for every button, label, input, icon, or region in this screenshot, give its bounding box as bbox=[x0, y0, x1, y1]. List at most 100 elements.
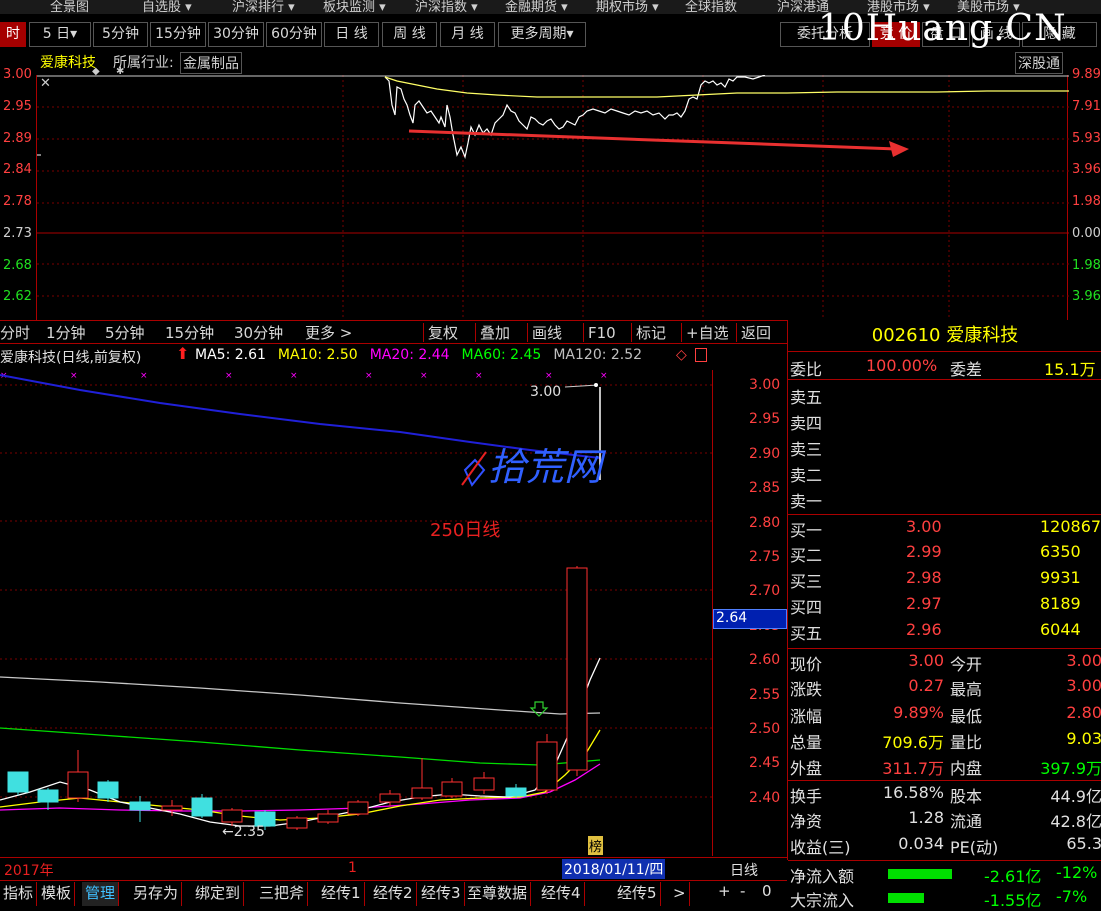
bottom-tab-6[interactable]: 经传1 bbox=[318, 882, 365, 906]
weibi-label: 委比 bbox=[790, 360, 823, 379]
menu-item-1[interactable]: 自选股 ▾ bbox=[142, 0, 192, 14]
sell-label: 卖一 bbox=[790, 492, 823, 511]
bottom-ctrl-2[interactable]: 0 bbox=[762, 882, 772, 900]
bottom-tab-10[interactable]: 经传4 bbox=[538, 882, 585, 906]
buy-row[interactable]: 买二 2.99 6350 bbox=[788, 540, 1101, 566]
kline-tool-6[interactable]: 复权 bbox=[428, 322, 458, 344]
intraday-chart[interactable] bbox=[36, 74, 1069, 320]
sell-row[interactable]: 卖四 bbox=[788, 408, 1101, 434]
stat-value: 16.58% bbox=[882, 782, 944, 802]
ma-marker: × bbox=[600, 371, 608, 381]
kline-tool-4[interactable]: 30分钟 bbox=[234, 322, 283, 344]
ma-label-2: MA20: 2.44 bbox=[369, 347, 450, 363]
menu-item-3[interactable]: 板块监测 ▾ bbox=[323, 0, 386, 14]
bottom-tabs: 指标 模板 管理 另存为 绑定到 三把斧 经传1 经传2 经传3 至尊数据 经传4 经传5 > + -0 bbox=[0, 880, 787, 909]
kline-tool-9[interactable]: F10 bbox=[588, 322, 616, 344]
kline-toolbar: 分时 1分钟 5分钟 15分钟 30分钟 更多 > 复权 叠加 画线 F10 标记 +自选 返回 bbox=[0, 320, 787, 344]
kline-axis-tick: 2.90 bbox=[749, 445, 781, 462]
stat-label: 外盘 bbox=[790, 759, 823, 779]
candle bbox=[7, 771, 29, 793]
kline-tool-3[interactable]: 15分钟 bbox=[165, 322, 214, 344]
menu-item-4[interactable]: 沪深指数 ▾ bbox=[415, 0, 478, 14]
kline-tool-1[interactable]: 1分钟 bbox=[46, 322, 86, 344]
date-axis: 2017年 1 2018/01/11/四 日线 bbox=[0, 857, 787, 879]
sell-row[interactable]: 卖二 bbox=[788, 460, 1101, 486]
buy-row[interactable]: 买三 2.98 9931 bbox=[788, 566, 1101, 592]
tab-period-2[interactable]: 5分钟 bbox=[93, 22, 148, 47]
bottom-ctrl-0[interactable]: + bbox=[718, 882, 731, 900]
kline-tool-8[interactable]: 画线 bbox=[532, 322, 562, 344]
intraday-svg bbox=[37, 74, 1069, 320]
bottom-tab-12[interactable]: > bbox=[670, 882, 690, 906]
kline-chart[interactable]: × × × × × × × × × × 3.00 ←2.35 250日线 拾荒网 榜 bbox=[0, 370, 712, 856]
kline-tool-10[interactable]: 标记 bbox=[636, 322, 666, 344]
sell-row[interactable]: 卖五 bbox=[788, 382, 1101, 408]
diamond-outline-icon[interactable]: ◇ bbox=[676, 347, 687, 363]
flow-label: 净流入额 bbox=[790, 867, 855, 886]
tool-separator bbox=[736, 323, 737, 342]
ma-marker: × bbox=[70, 371, 78, 381]
bottom-ctrl-1[interactable]: - bbox=[740, 882, 745, 900]
menu-item-6[interactable]: 期权市场 ▾ bbox=[596, 0, 659, 14]
panel-toggle-icon[interactable] bbox=[695, 348, 707, 362]
buy-row[interactable]: 买四 2.97 8189 bbox=[788, 592, 1101, 618]
tab-period-3[interactable]: 15分钟 bbox=[150, 22, 206, 47]
ma5-line bbox=[0, 657, 601, 827]
tab-period-5[interactable]: 60分钟 bbox=[266, 22, 322, 47]
kline-tool-7[interactable]: 叠加 bbox=[480, 322, 510, 344]
kline-tool-2[interactable]: 5分钟 bbox=[105, 322, 145, 344]
stat-row: 净资 1.28 流通 42.8亿 bbox=[788, 806, 1101, 832]
buy-row[interactable]: 买一 3.00 120867 bbox=[788, 514, 1101, 540]
candle bbox=[347, 801, 369, 815]
ma-labels: MA5: 2.61 MA10: 2.50 MA20: 2.44 MA60: 2.45 M… bbox=[195, 347, 654, 363]
tab-period-8[interactable]: 月 线 bbox=[440, 22, 495, 47]
tool-separator bbox=[681, 323, 682, 342]
menu-item-5[interactable]: 金融期货 ▾ bbox=[505, 0, 568, 14]
stat-value: 397.9万 bbox=[1040, 759, 1101, 779]
bottom-tab-2[interactable]: 管理 bbox=[82, 882, 120, 906]
menu-item-0[interactable]: 全景图 bbox=[50, 0, 89, 14]
kline-tool-5[interactable]: 更多 > bbox=[305, 322, 352, 344]
bottom-tab-4[interactable]: 绑定到 bbox=[192, 882, 245, 906]
ma60-line bbox=[0, 727, 601, 766]
ma-markers: × × × × × × × × × × bbox=[0, 371, 608, 381]
buy-row[interactable]: 买五 2.96 6044 bbox=[788, 618, 1101, 644]
kline-axis-tick: 2.80 bbox=[749, 514, 781, 531]
industry-value[interactable]: 金属制品 bbox=[180, 52, 242, 74]
sell-row[interactable]: 卖一 bbox=[788, 486, 1101, 512]
bottom-tab-9[interactable]: 至尊数据 bbox=[464, 882, 532, 906]
intraday-right-tick: 5.93% bbox=[1072, 131, 1101, 146]
bottom-tab-11[interactable]: 经传5 bbox=[614, 882, 661, 906]
menu-item-2[interactable]: 沪深排行 ▾ bbox=[232, 0, 295, 14]
kline-tool-0[interactable]: 分时 bbox=[0, 322, 30, 344]
flow-pct: -12% bbox=[1056, 863, 1098, 882]
corner-x-icon[interactable]: ✕ bbox=[40, 76, 51, 91]
kline-axis-tick: 2.95 bbox=[749, 411, 781, 428]
bottom-tab-1[interactable]: 模板 bbox=[38, 882, 76, 906]
bottom-tab-0[interactable]: 指标 bbox=[0, 882, 38, 906]
intraday-avg-line bbox=[384, 76, 1069, 98]
kline-tool-11[interactable]: +自选 bbox=[686, 322, 729, 344]
tab-period-4[interactable]: 30分钟 bbox=[208, 22, 264, 47]
tab-period-6[interactable]: 日 线 bbox=[324, 22, 379, 47]
tab-period-0[interactable]: 时 bbox=[0, 22, 26, 47]
bottom-tab-7[interactable]: 经传2 bbox=[370, 882, 417, 906]
kline-tool-12[interactable]: 返回 bbox=[741, 322, 771, 344]
tab-period-7[interactable]: 周 线 bbox=[382, 22, 437, 47]
bottom-tab-3[interactable]: 另存为 bbox=[130, 882, 183, 906]
period-label[interactable]: 日线 bbox=[730, 860, 758, 880]
bottom-tab-8[interactable]: 经传3 bbox=[418, 882, 465, 906]
kline-title: 爱康科技(日线,前复权) bbox=[0, 350, 142, 366]
menu-item-7[interactable]: 全球指数 bbox=[685, 0, 737, 14]
tool-separator bbox=[475, 323, 476, 342]
sell-row[interactable]: 卖三 bbox=[788, 434, 1101, 460]
logo-icon bbox=[463, 458, 486, 487]
intraday-left-tick: 2.73 bbox=[3, 226, 32, 241]
intraday-right-tick: 0.00% bbox=[1072, 226, 1101, 241]
ma-label-1: MA10: 2.50 bbox=[277, 347, 358, 363]
tab-period-9[interactable]: 更多周期▾ bbox=[498, 22, 586, 47]
bottom-tab-5[interactable]: 三把斧 bbox=[256, 882, 309, 906]
stat-value: 44.9亿 bbox=[1050, 786, 1101, 806]
tab-period-1[interactable]: 5 日▾ bbox=[29, 22, 91, 47]
flow-row: 大宗流入 -1.55亿 -7% bbox=[788, 885, 1101, 911]
